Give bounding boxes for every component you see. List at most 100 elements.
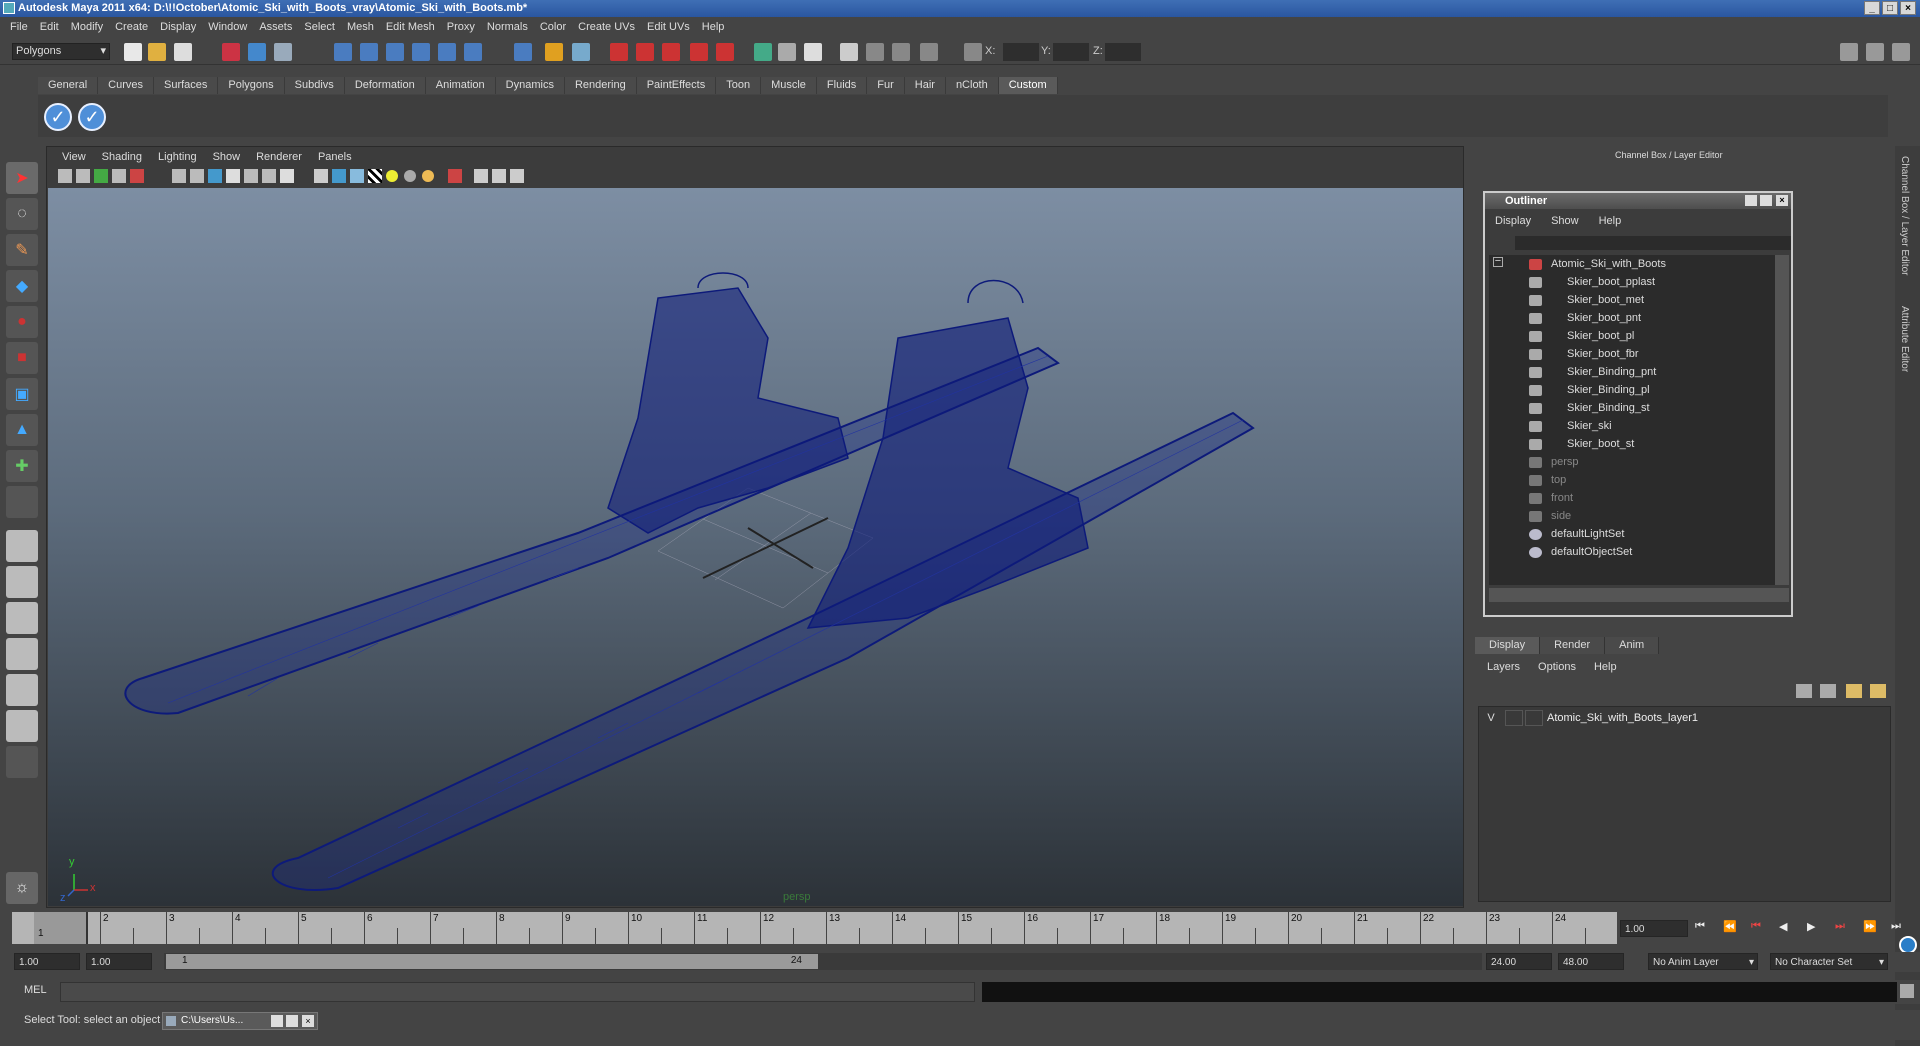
hypergraph-layout-icon[interactable]	[6, 674, 38, 706]
menu-file[interactable]: File	[4, 21, 34, 33]
tab-render[interactable]: Render	[1540, 637, 1606, 654]
soft-mod-icon[interactable]: ▲	[6, 414, 38, 446]
new-layer-icon[interactable]	[1796, 684, 1812, 698]
menu-edit-uvs[interactable]: Edit UVs	[641, 21, 696, 33]
xray-joints-icon[interactable]	[492, 169, 506, 183]
outliner-layout-icon[interactable]	[6, 602, 38, 634]
go-to-end-icon[interactable]: ⏭	[1891, 920, 1901, 933]
tab-rendering[interactable]: Rendering	[564, 77, 637, 94]
share-icon[interactable]	[510, 169, 524, 183]
move-down-icon[interactable]	[1870, 684, 1886, 698]
side-tab-attribute-editor[interactable]: Attribute Editor	[1899, 306, 1910, 372]
menu-proxy[interactable]: Proxy	[441, 21, 481, 33]
camera-attr-icon[interactable]	[76, 169, 90, 183]
character-set-select[interactable]: No Character Set ▾	[1770, 953, 1888, 970]
isolate-icon[interactable]	[448, 169, 462, 183]
help-icon[interactable]	[514, 43, 532, 61]
viewport-menu-panels[interactable]: Panels	[310, 148, 360, 166]
select-tool-icon[interactable]: ➤	[6, 162, 38, 194]
layer-color-swatch[interactable]	[1525, 710, 1543, 726]
outliner-menu-show[interactable]: Show	[1541, 211, 1589, 231]
text-icon[interactable]	[280, 169, 294, 183]
flat-shade-icon[interactable]	[226, 169, 240, 183]
menu-modify[interactable]: Modify	[65, 21, 109, 33]
layer-row[interactable]: V Atomic_Ski_with_Boots_layer1	[1481, 709, 1886, 727]
layout-attribute-icon[interactable]	[1892, 43, 1910, 61]
tab-toon[interactable]: Toon	[716, 77, 762, 94]
absolute-transform-icon[interactable]	[964, 43, 982, 61]
tab-ncloth[interactable]: nCloth	[945, 77, 999, 94]
close-button[interactable]: ×	[1776, 195, 1788, 206]
step-back-icon[interactable]: ⏪	[1723, 920, 1737, 933]
texture-icon[interactable]	[262, 169, 276, 183]
render-current-icon[interactable]	[610, 43, 628, 61]
step-forward-icon[interactable]: ⏩	[1863, 920, 1877, 933]
snap-point-icon[interactable]	[386, 43, 404, 61]
clapboard-icon[interactable]	[892, 43, 910, 61]
current-frame-marker[interactable]: 1	[34, 912, 88, 944]
scale-tool-icon[interactable]: ■	[6, 342, 38, 374]
new-scene-icon[interactable]	[124, 43, 142, 61]
layer-visibility-toggle[interactable]: V	[1481, 712, 1501, 724]
last-tool-icon[interactable]: ✚	[6, 450, 38, 482]
menu-help[interactable]: Help	[696, 21, 731, 33]
minimize-button[interactable]	[1745, 195, 1757, 206]
lasso-tool-icon[interactable]: ◌	[6, 198, 38, 230]
cube-blue-icon[interactable]	[332, 169, 346, 183]
viewport-menu-show[interactable]: Show	[205, 148, 249, 166]
ipr-render-icon[interactable]	[636, 43, 654, 61]
next-key-icon[interactable]: ⏭	[1835, 920, 1845, 933]
tab-animation[interactable]: Animation	[425, 77, 496, 94]
hypershade-icon[interactable]	[716, 43, 734, 61]
tab-anim[interactable]: Anim	[1605, 637, 1660, 654]
paint-select-icon[interactable]: ✎	[6, 234, 38, 266]
maximize-button[interactable]: □	[1882, 1, 1898, 15]
close-button[interactable]: ×	[302, 1015, 314, 1027]
outliner-vertical-scrollbar[interactable]	[1775, 255, 1789, 585]
layout-channel-icon[interactable]	[1866, 43, 1884, 61]
snap-surface-icon[interactable]	[438, 43, 456, 61]
construction-history-icon[interactable]	[572, 43, 590, 61]
light-selected-icon[interactable]	[422, 170, 434, 182]
four-pane-layout-icon[interactable]	[6, 566, 38, 598]
rotate-tool-icon[interactable]: ●	[6, 306, 38, 338]
tab-painteffects[interactable]: PaintEffects	[636, 77, 717, 94]
image-plane-icon[interactable]	[112, 169, 126, 183]
close-button[interactable]: ×	[1900, 1, 1916, 15]
y-input[interactable]	[1053, 43, 1089, 61]
snap-grid-icon[interactable]	[334, 43, 352, 61]
tab-general[interactable]: General	[38, 77, 99, 94]
z-input[interactable]	[1105, 43, 1141, 61]
tab-fluids[interactable]: Fluids	[816, 77, 868, 94]
x-input[interactable]	[1003, 43, 1039, 61]
side-tab-channel-box[interactable]: Channel Box / Layer Editor	[1899, 156, 1910, 276]
tab-custom[interactable]: Custom	[998, 77, 1058, 94]
xray-icon[interactable]	[474, 169, 488, 183]
outliner-horizontal-scrollbar[interactable]	[1489, 588, 1789, 602]
outliner-menu-help[interactable]: Help	[1589, 211, 1632, 231]
outliner-collapse-toggle[interactable]: −	[1493, 256, 1503, 267]
cube-light-icon[interactable]	[350, 169, 364, 183]
script-editor-icon[interactable]	[1900, 984, 1914, 998]
prev-key-icon[interactable]: ⏮	[1751, 920, 1761, 933]
layout-more-icon[interactable]	[6, 746, 38, 778]
bounding-box-icon[interactable]	[244, 169, 258, 183]
render-view-icon[interactable]	[690, 43, 708, 61]
maximize-button[interactable]	[1760, 195, 1772, 206]
checker-icon[interactable]	[368, 169, 382, 183]
menu-select[interactable]: Select	[298, 21, 341, 33]
menu-create-uvs[interactable]: Create UVs	[572, 21, 641, 33]
cube-shaded-icon[interactable]	[314, 169, 328, 183]
anim-layer-select[interactable]: No Anim Layer ▾	[1648, 953, 1758, 970]
tab-subdivs[interactable]: Subdivs	[284, 77, 345, 94]
taskbar-item[interactable]: C:\Users\Us... ×	[162, 1012, 318, 1030]
manipulator-icon[interactable]: ▣	[6, 378, 38, 410]
camera-icon[interactable]	[840, 43, 858, 61]
channel-icon[interactable]	[778, 43, 796, 61]
viewport-menu-lighting[interactable]: Lighting	[150, 148, 205, 166]
tab-surfaces[interactable]: Surfaces	[153, 77, 219, 94]
outliner-menu-display[interactable]: Display	[1485, 211, 1541, 231]
tab-fur[interactable]: Fur	[867, 77, 905, 94]
command-language-label[interactable]: MEL	[24, 984, 47, 996]
film-gate-icon[interactable]	[130, 169, 144, 183]
